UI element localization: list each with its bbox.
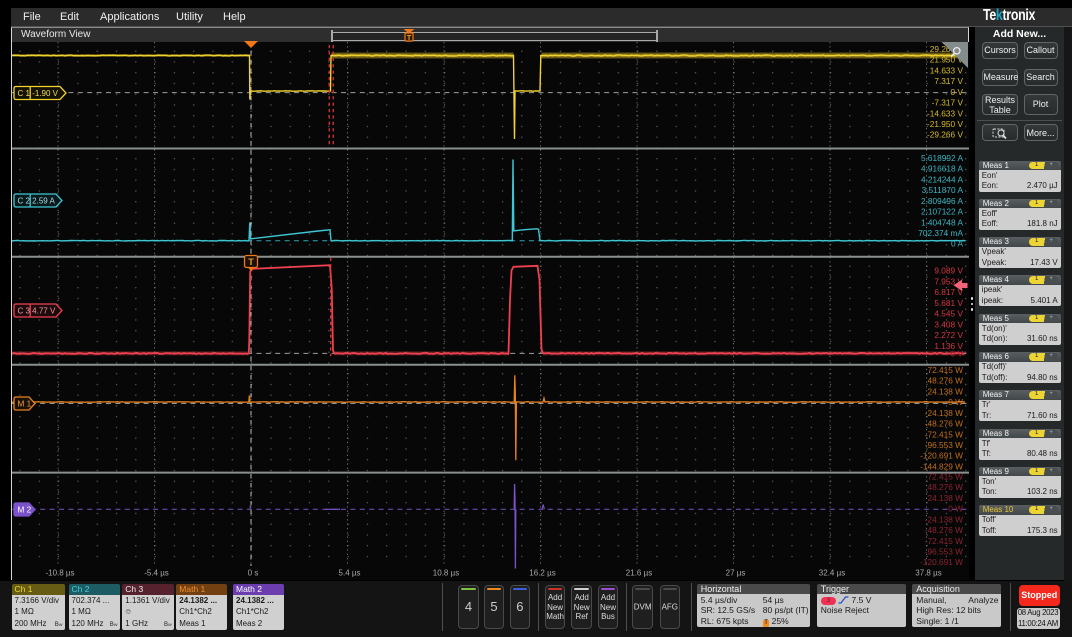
svg-text:-24.138 W: -24.138 W — [925, 514, 963, 524]
svg-text:-72.415 W: -72.415 W — [925, 536, 963, 546]
svg-text:-7.317 V: -7.317 V — [932, 98, 964, 108]
svg-text:-10.8 µs: -10.8 µs — [45, 569, 74, 578]
svg-text:48.276 W: 48.276 W — [927, 482, 963, 492]
svg-text:0 V: 0 V — [951, 348, 964, 358]
svg-text:10.8 µs: 10.8 µs — [433, 569, 459, 578]
svg-text:-120.691 W: -120.691 W — [920, 451, 963, 461]
svg-text:-5.4 µs: -5.4 µs — [144, 569, 169, 578]
svg-text:4.545 V: 4.545 V — [934, 309, 963, 319]
svg-text:-48.276 W: -48.276 W — [925, 419, 963, 429]
svg-text:16.2 µs: 16.2 µs — [529, 569, 555, 578]
svg-text:C 1 -1.90 V: C 1 -1.90 V — [18, 89, 59, 98]
svg-text:T: T — [248, 257, 254, 267]
svg-text:14.633 V: 14.633 V — [930, 65, 964, 75]
svg-text:5.4 µs: 5.4 µs — [339, 569, 361, 578]
svg-text:C 2 2.59 A: C 2 2.59 A — [18, 197, 56, 206]
svg-text:0 W: 0 W — [948, 504, 963, 514]
svg-text:0 A: 0 A — [951, 239, 963, 249]
svg-text:72.415 W: 72.415 W — [927, 365, 963, 375]
svg-text:3.511870 A: 3.511870 A — [922, 185, 964, 195]
svg-text:4.214244 A: 4.214244 A — [921, 174, 963, 184]
svg-text:-48.276 W: -48.276 W — [925, 525, 963, 535]
svg-text:-96.553 W: -96.553 W — [925, 440, 963, 450]
svg-text:21.6 µs: 21.6 µs — [626, 569, 652, 578]
svg-text:-24.138 W: -24.138 W — [925, 408, 963, 418]
svg-text:0 s: 0 s — [248, 569, 259, 578]
svg-text:37.8 µs: 37.8 µs — [915, 569, 941, 578]
svg-text:0 W: 0 W — [948, 397, 963, 407]
svg-text:72.415 W: 72.415 W — [927, 471, 963, 481]
svg-text:-29.266 V: -29.266 V — [927, 130, 963, 140]
svg-text:M 2: M 2 — [18, 506, 32, 515]
svg-text:5.681 V: 5.681 V — [934, 298, 963, 308]
svg-text:27 µs: 27 µs — [726, 569, 746, 578]
svg-text:1.404748 A: 1.404748 A — [921, 217, 963, 227]
svg-text:24.138 W: 24.138 W — [927, 493, 963, 503]
svg-text:-72.415 W: -72.415 W — [925, 429, 963, 439]
svg-text:7.317 V: 7.317 V — [934, 76, 963, 86]
svg-text:-96.553 W: -96.553 W — [925, 547, 963, 557]
svg-text:5.618992 A: 5.618992 A — [921, 153, 963, 163]
svg-text:4.916618 A: 4.916618 A — [921, 164, 963, 174]
svg-text:2.809496 A: 2.809496 A — [921, 196, 963, 206]
svg-text:-144.829 W: -144.829 W — [920, 462, 963, 472]
svg-text:3.408 V: 3.408 V — [934, 319, 963, 329]
svg-text:C 3 4.77 V: C 3 4.77 V — [18, 307, 56, 316]
svg-text:0 V: 0 V — [951, 87, 964, 97]
svg-text:2.272 V: 2.272 V — [934, 330, 963, 340]
svg-text:-14.633 V: -14.633 V — [927, 108, 963, 118]
svg-text:32.4 µs: 32.4 µs — [819, 569, 845, 578]
svg-text:-21.950 V: -21.950 V — [927, 119, 963, 129]
svg-text:M 1: M 1 — [18, 400, 32, 409]
svg-text:-120.691 W: -120.691 W — [920, 557, 963, 567]
svg-text:9.089 V: 9.089 V — [934, 266, 963, 276]
svg-text:702.374 mA: 702.374 mA — [918, 228, 963, 238]
svg-text:2.107122 A: 2.107122 A — [921, 207, 963, 217]
svg-text:48.276 W: 48.276 W — [927, 376, 963, 386]
svg-text:24.138 W: 24.138 W — [927, 386, 963, 396]
svg-text:T: T — [407, 33, 412, 42]
